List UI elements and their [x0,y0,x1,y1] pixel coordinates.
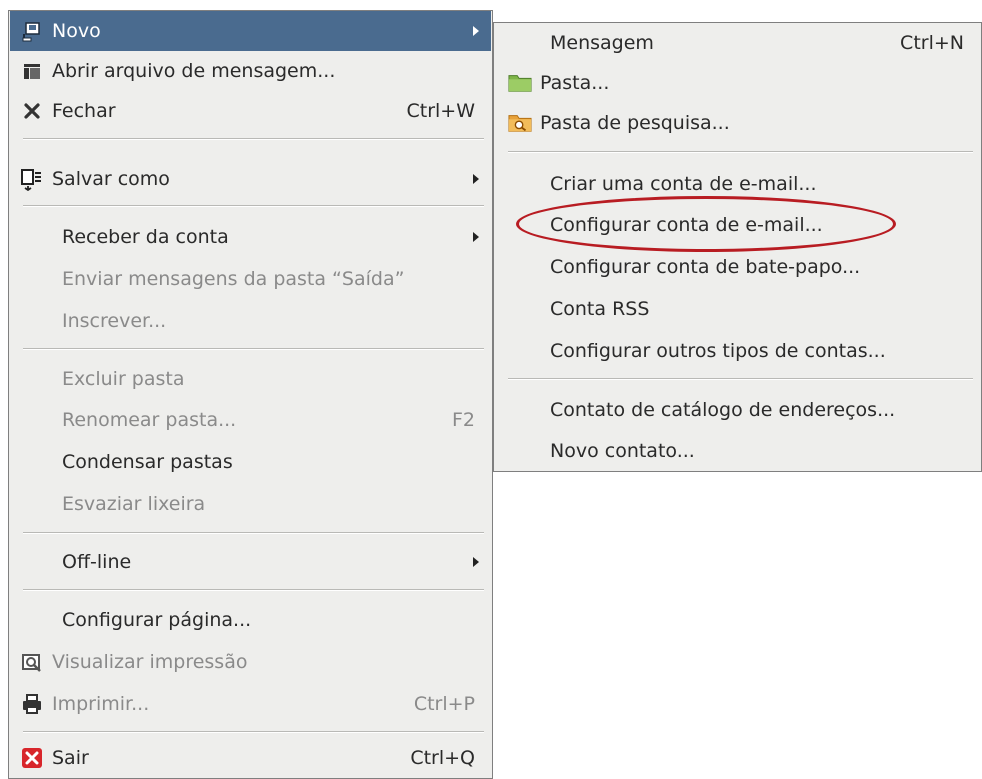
submenu-arrow-icon [473,557,479,567]
shortcut-label: Ctrl+Q [410,747,475,769]
menu-item-compact-folders[interactable]: Condensar pastas [10,442,491,482]
menu-item-label: Excluir pasta [62,368,185,390]
menu-item-label: Renomear pasta... [62,409,237,431]
menu-item-open-message-file[interactable]: Abrir arquivo de mensagem... [10,51,491,91]
menu-separator [23,532,484,534]
menu-item-label: Pasta de pesquisa... [540,112,730,134]
menu-item-quit[interactable]: Sair Ctrl+Q [10,738,491,778]
submenu-item-new-contact[interactable]: Novo contato... [495,431,980,471]
menu-item-label: Novo contato... [550,440,695,462]
submenu-item-rss-account[interactable]: Conta RSS [495,289,980,329]
menu-item-delete-folder[interactable]: Excluir pasta [10,359,491,399]
save-as-icon [20,167,44,191]
printer-icon [20,692,44,716]
menu-separator [23,589,484,591]
menu-item-label: Sair [52,747,89,769]
menu-item-label: Contato de catálogo de endereços... [550,399,896,421]
menu-item-label: Imprimir... [52,693,150,715]
submenu-item-other-accounts[interactable]: Configurar outros tipos de contas... [495,331,980,371]
menu-item-label: Abrir arquivo de mensagem... [52,60,336,82]
shortcut-label: Ctrl+N [900,32,964,54]
menu-separator [23,348,484,350]
menu-item-subscribe[interactable]: Inscrever... [10,301,491,341]
menu-item-label: Inscrever... [62,310,167,332]
quit-icon [20,746,44,770]
menu-item-offline[interactable]: Off-line [10,542,491,582]
submenu-arrow-icon [473,174,479,184]
menu-separator [23,731,484,733]
shortcut-label: Ctrl+P [413,693,475,715]
print-preview-icon [20,650,44,674]
menu-item-label: Criar uma conta de e-mail... [550,173,817,195]
new-message-icon [20,19,44,43]
file-menu: Novo Abrir arquivo de mensagem... Fechar… [8,10,493,779]
menu-item-new[interactable]: Novo [10,11,491,51]
menu-item-label: Configurar conta de e-mail... [550,214,823,236]
menu-item-label: Configurar outros tipos de contas... [550,340,886,362]
menu-item-label: Configurar página... [62,609,252,631]
menu-item-label: Salvar como [52,168,170,190]
menu-item-label: Condensar pastas [62,451,233,473]
open-file-icon [20,59,44,83]
menu-item-label: Configurar conta de bate-papo... [550,256,861,278]
menu-separator [508,151,973,153]
menu-item-label: Novo [52,20,101,42]
menu-item-label: Fechar [52,100,116,122]
menu-item-label: Enviar mensagens da pasta “Saída” [62,268,405,290]
menu-item-print[interactable]: Imprimir... Ctrl+P [10,684,491,724]
menu-item-send-outbox[interactable]: Enviar mensagens da pasta “Saída” [10,259,491,299]
submenu-item-address-book-contact[interactable]: Contato de catálogo de endereços... [495,390,980,430]
menu-item-rename-folder[interactable]: Renomear pasta... F2 [10,400,491,440]
menu-item-label: Off-line [62,551,132,573]
menu-item-get-from-account[interactable]: Receber da conta [10,217,491,257]
submenu-item-configure-chat-account[interactable]: Configurar conta de bate-papo... [495,247,980,287]
menu-item-label: Conta RSS [550,298,650,320]
menu-item-label: Esvaziar lixeira [62,493,206,515]
menu-item-label: Pasta... [540,72,610,94]
menu-item-page-setup[interactable]: Configurar página... [10,600,491,640]
submenu-item-create-email-account[interactable]: Criar uma conta de e-mail... [495,164,980,204]
shortcut-label: F2 [451,409,475,431]
menu-item-label: Mensagem [550,32,654,54]
menu-separator [508,378,973,380]
new-submenu: Mensagem Ctrl+N Pasta... Pasta de pesqui… [493,22,982,472]
submenu-arrow-icon [473,232,479,242]
menu-separator [23,205,484,207]
menu-item-empty-trash[interactable]: Esvaziar lixeira [10,484,491,524]
close-x-icon [20,99,44,123]
folder-icon [508,71,532,95]
submenu-item-folder[interactable]: Pasta... [495,63,980,103]
submenu-item-configure-email-account[interactable]: Configurar conta de e-mail... [495,205,980,245]
shortcut-label: Ctrl+W [406,100,475,122]
menu-item-print-preview[interactable]: Visualizar impressão [10,642,491,682]
menu-separator [23,138,484,140]
submenu-item-search-folder[interactable]: Pasta de pesquisa... [495,103,980,143]
search-folder-icon [508,111,532,135]
submenu-arrow-icon [473,26,479,36]
menu-item-save-as[interactable]: Salvar como [10,159,491,199]
submenu-item-message[interactable]: Mensagem Ctrl+N [495,23,980,63]
menu-item-close[interactable]: Fechar Ctrl+W [10,91,491,131]
menu-item-label: Visualizar impressão [52,651,248,673]
menu-item-label: Receber da conta [62,226,229,248]
